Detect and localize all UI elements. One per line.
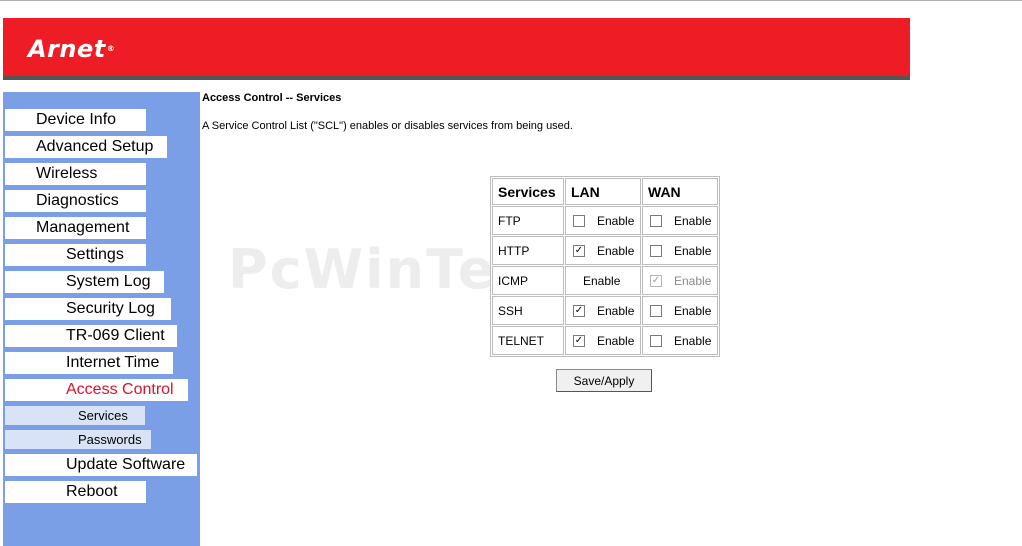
top-border <box>0 0 1022 1</box>
lan-cell: ✓ Enable <box>565 296 641 325</box>
lan-cell: Enable <box>565 206 641 235</box>
menu-security-log[interactable]: Security Log <box>5 298 171 320</box>
lan-cell: ✓ Enable <box>565 236 641 265</box>
table-row: ICMP Enable ✓ Enable <box>492 266 718 295</box>
wan-enable-label: Enable <box>674 243 712 258</box>
header-services: Services <box>492 178 564 205</box>
table-row: FTP Enable Enable <box>492 206 718 235</box>
lan-enable-checkbox[interactable]: ✓ <box>573 304 585 317</box>
wan-cell: Enable <box>642 236 718 265</box>
save-apply-button[interactable]: Save/Apply <box>556 369 652 392</box>
wan-enable-label: Enable <box>674 303 712 318</box>
wan-cell: Enable <box>642 296 718 325</box>
menu-device-info[interactable]: Device Info <box>5 109 146 131</box>
lan-enable-checkbox[interactable] <box>573 214 585 227</box>
wan-enable-checkbox: ✓ <box>650 274 662 287</box>
table-row: HTTP ✓ Enable Enable <box>492 236 718 265</box>
header-wan: WAN <box>642 178 718 205</box>
service-name: ICMP <box>492 266 564 295</box>
menu-system-log[interactable]: System Log <box>5 271 164 293</box>
arnet-logo: Arnet® <box>28 35 116 63</box>
menu-tr069-client[interactable]: TR-069 Client <box>5 325 177 347</box>
wan-enable-checkbox[interactable] <box>650 304 662 317</box>
menu-internet-time[interactable]: Internet Time <box>5 352 173 374</box>
service-name: SSH <box>492 296 564 325</box>
menu-reboot[interactable]: Reboot <box>5 481 146 503</box>
table-row: SSH ✓ Enable Enable <box>492 296 718 325</box>
lan-enable-label: Enable <box>597 333 635 348</box>
wan-enable-checkbox[interactable] <box>650 334 662 347</box>
wan-enable-checkbox[interactable] <box>650 214 662 227</box>
lan-enable-label: Enable <box>597 213 635 228</box>
wan-cell: ✓ Enable <box>642 266 718 295</box>
service-name: TELNET <box>492 326 564 355</box>
lan-enable-label: Enable <box>597 243 635 258</box>
table-row: TELNET ✓ Enable Enable <box>492 326 718 355</box>
wan-cell: Enable <box>642 206 718 235</box>
lan-enable-label: Enable <box>597 303 635 318</box>
wan-enable-label: Enable <box>674 213 712 228</box>
lan-static-label: Enable <box>583 273 621 288</box>
lan-cell: Enable <box>565 266 641 295</box>
menu-passwords[interactable]: Passwords <box>5 430 151 449</box>
wan-enable-checkbox[interactable] <box>650 244 662 257</box>
service-name: HTTP <box>492 236 564 265</box>
menu-diagnostics[interactable]: Diagnostics <box>5 190 146 212</box>
header-banner: Arnet® <box>3 18 910 80</box>
wan-enable-label: Enable <box>674 273 712 288</box>
menu-management[interactable]: Management <box>5 217 146 239</box>
wan-enable-label: Enable <box>674 333 712 348</box>
page-description: A Service Control List ("SCL") enables o… <box>202 120 573 132</box>
header-lan: LAN <box>565 178 641 205</box>
wan-cell: Enable <box>642 326 718 355</box>
menu-wireless[interactable]: Wireless <box>5 163 146 185</box>
menu-update-software[interactable]: Update Software <box>5 454 197 476</box>
page-title: Access Control -- Services <box>202 92 342 104</box>
menu-advanced-setup[interactable]: Advanced Setup <box>5 136 167 158</box>
lan-enable-checkbox[interactable]: ✓ <box>573 334 585 347</box>
lan-enable-checkbox[interactable]: ✓ <box>573 244 585 257</box>
menu-access-control[interactable]: Access Control <box>5 379 188 401</box>
menu-settings[interactable]: Settings <box>5 244 146 266</box>
table-header-row: Services LAN WAN <box>492 178 718 205</box>
service-name: FTP <box>492 206 564 235</box>
services-table: Services LAN WAN FTP Enable Enable HTTP ✓ Ena… <box>490 176 720 357</box>
lan-cell: ✓ Enable <box>565 326 641 355</box>
menu-services[interactable]: Services <box>5 406 145 425</box>
